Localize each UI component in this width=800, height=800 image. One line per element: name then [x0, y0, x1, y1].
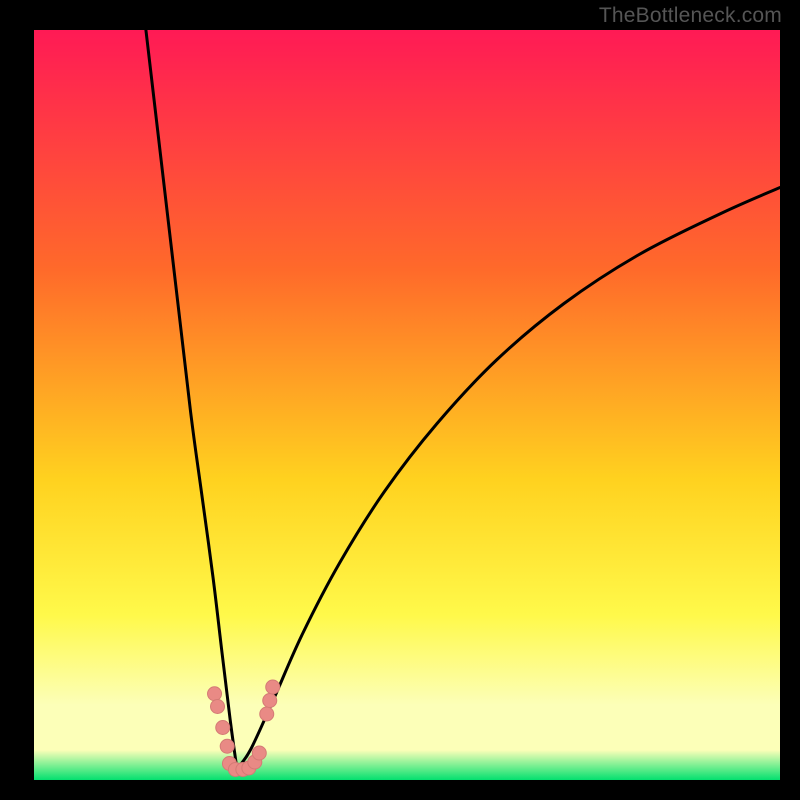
- data-marker: [211, 700, 225, 714]
- data-marker: [208, 687, 222, 701]
- data-marker: [216, 721, 230, 735]
- data-marker: [260, 707, 274, 721]
- data-marker: [266, 680, 280, 694]
- bottleneck-chart: [0, 0, 800, 800]
- watermark-text: TheBottleneck.com: [599, 4, 782, 28]
- data-marker: [252, 746, 266, 760]
- chart-stage: TheBottleneck.com: [0, 0, 800, 800]
- data-marker: [220, 739, 234, 753]
- data-marker: [263, 694, 277, 708]
- gradient-background: [34, 30, 780, 780]
